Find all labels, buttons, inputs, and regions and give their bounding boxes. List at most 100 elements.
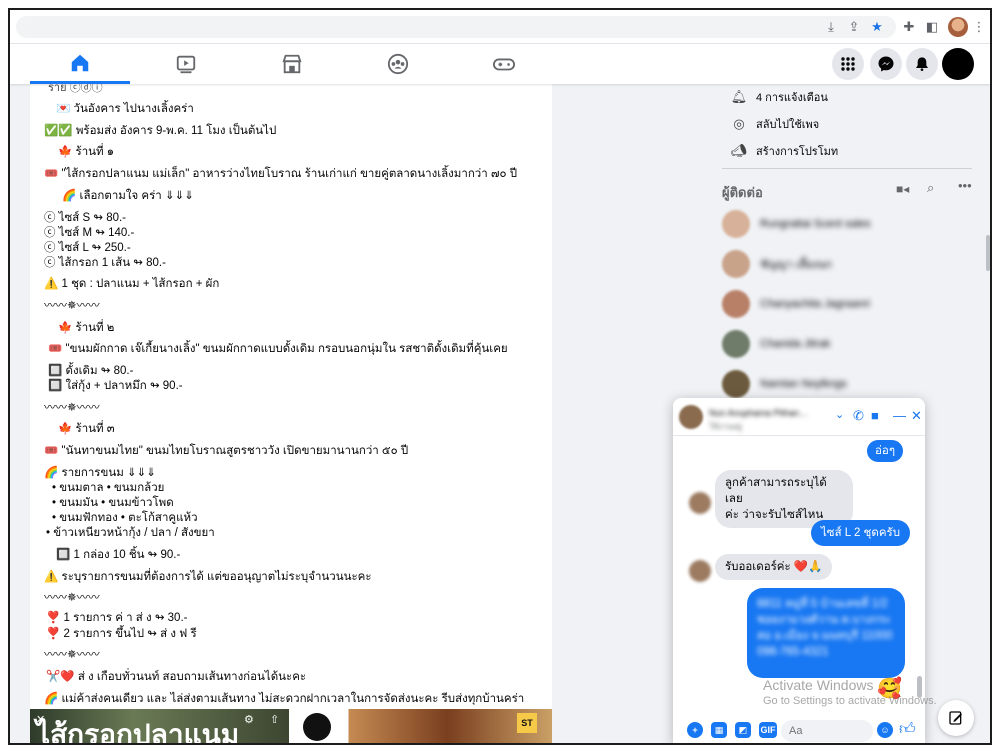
contact-name: ชัญญา เลี้ยงนก: [760, 259, 832, 271]
watermark-line: Go to Settings to activate Windows.: [763, 695, 937, 707]
post-line: ⚠️ 1 ชุด : ปลาแนม + ไส้กรอก + ผัก: [44, 278, 220, 290]
post-divider-line: 〰〰✵〰〰: [44, 300, 100, 312]
menu-grid-icon: [841, 57, 855, 71]
message-outgoing: อ่อๆ: [867, 440, 903, 462]
address-bar[interactable]: [16, 16, 896, 38]
blurred-address-text: 8811 หมู่ที่ 5 บ้านเลขที่ 1/2 ซอยงามวงศ์…: [757, 598, 893, 658]
share-icon[interactable]: ⇧: [270, 713, 279, 726]
contact-item[interactable]: Rungrattai Scent sales: [722, 210, 871, 238]
video-call-icon[interactable]: ■◂: [896, 182, 909, 196]
notifications-shortcut[interactable]: 🔔︎ 4 การแจ้งเตือน: [730, 88, 828, 106]
profile-avatar[interactable]: [948, 17, 968, 37]
contact-item[interactable]: Chanida Jitrak: [722, 330, 830, 358]
screenshot-frame: ⤓ ⇪ ★ ✚ ◧ ⋮ ราย ⓒⓓⓘ 💌 วันอังคาร ไปนางเลิ…: [8, 8, 992, 745]
post-line: 🔲 ใส่กุ้ง + ปลาหมึก ↬ 90.-: [48, 380, 183, 392]
contact-item[interactable]: Namtan Noylkngs: [722, 370, 847, 398]
notifications-button[interactable]: [906, 48, 938, 80]
post-divider-line: 〰〰✵〰〰: [44, 402, 100, 414]
post-divider-line: 〰〰✵〰〰: [44, 649, 100, 661]
chevron-down-icon[interactable]: ⌄: [835, 408, 844, 421]
menu-grid-button[interactable]: [832, 48, 864, 80]
message-incoming: รับออเดอร์ค่ะ ❤️🙏: [715, 554, 833, 580]
home-icon: [71, 54, 89, 71]
minimize-icon[interactable]: —: [893, 408, 906, 423]
sidepanel-icon[interactable]: ◧: [923, 18, 941, 36]
account-avatar[interactable]: [942, 48, 974, 80]
watermark-line: Activate Windows: [763, 677, 874, 693]
new-message-button[interactable]: [938, 700, 974, 736]
post-line: 🍁 ร้านที่ ๒: [58, 322, 115, 334]
top-navigation: [10, 44, 990, 84]
post-line: 🍁 ร้านที่ ๑: [58, 146, 115, 158]
more-options-icon[interactable]: •••: [958, 178, 972, 193]
megaphone-icon: 📣︎: [730, 143, 748, 158]
switch-page-shortcut[interactable]: ◎ สลับไปใช้เพจ: [730, 115, 819, 133]
messenger-button[interactable]: [870, 48, 902, 80]
notifications-icon: [916, 57, 928, 71]
settings-icon[interactable]: ⚙: [244, 713, 254, 726]
post-line: ⓒ ไส้กรอก 1 เส้น ↬ 80.-: [44, 257, 166, 269]
messenger-icon: [878, 56, 894, 72]
image-icon[interactable]: ▦: [711, 722, 727, 738]
groups-icon: [387, 53, 409, 75]
post-photo[interactable]: ST: [291, 709, 552, 743]
contact-name: Namtan Noylkngs: [760, 378, 847, 390]
chat-status: ใช้งานอยู่: [709, 422, 742, 431]
sender-avatar: [689, 492, 711, 514]
shortcut-label: สลับไปใช้เพจ: [756, 119, 820, 131]
post-line: 🍁 ร้านที่ ๓: [58, 423, 115, 435]
post-line: 🔲 1 กล่อง 10 ชิ้น ↬ 90.-: [56, 549, 181, 561]
kebab-menu-icon[interactable]: ⋮: [970, 18, 988, 36]
post-line: ✂️❤️ ส่ ง เกือบทั่วนนท์ สอบถามเส้นทางก่อ…: [46, 671, 307, 683]
chat-header[interactable]: Nun Anuphama Pithan… ใช้งานอยู่ ⌄ ✆ ■ — …: [673, 398, 925, 436]
post-line: ❣️ 2 รายการ ขึ้นไป ↬ ส่ ง ฟ รี: [46, 628, 197, 640]
create-promotion-shortcut[interactable]: 📣︎ สร้างการโปรโมท: [730, 142, 838, 160]
message-input[interactable]: [781, 720, 873, 742]
download-icon[interactable]: ⤓: [822, 18, 840, 36]
windows-activation-watermark: Activate Windows Go to Settings to activ…: [763, 677, 937, 707]
bell-icon: 🔔︎: [730, 89, 748, 104]
sticker-icon[interactable]: ◩: [735, 722, 751, 738]
brand-badge: ST: [517, 713, 537, 733]
post-header-partial: ราย ⓒⓓⓘ: [48, 84, 103, 94]
emoji-icon[interactable]: ☺: [877, 722, 893, 738]
shortcut-label: สร้างการโปรโมท: [756, 146, 839, 158]
share-icon[interactable]: ⇪: [845, 18, 863, 36]
contact-avatar: [722, 250, 750, 278]
contact-item[interactable]: ชัญญา เลี้ยงนก: [722, 250, 832, 278]
gaming-icon: [493, 58, 515, 71]
shortcut-label: 4 การแจ้งเตือน: [756, 92, 828, 104]
post-line: 🎟️ "นันทาขนมไทย" ขนมไทยโบราณสูตรชาววัง เ…: [44, 445, 409, 457]
tab-marketplace[interactable]: [242, 44, 342, 84]
tab-gaming[interactable]: [454, 44, 554, 84]
marketplace-icon: [282, 54, 302, 74]
extensions-icon[interactable]: ✚: [900, 18, 918, 36]
tab-home[interactable]: [30, 44, 130, 84]
post-line: • ข้าวเหนียวหน้ากุ้ง / ปลา / สังขยา: [46, 527, 215, 539]
contact-name: Chanida Jitrak: [760, 338, 831, 350]
contact-avatar: [722, 210, 750, 238]
close-icon[interactable]: ✕: [911, 408, 922, 424]
browser-toolbar: ⤓ ⇪ ★ ✚ ◧ ⋮: [10, 10, 990, 44]
post-photo[interactable]: ✕ ⚙ ⇧ ไส้กรอกปลาแนม: [30, 709, 289, 743]
contact-avatar: [722, 290, 750, 318]
video-icon[interactable]: ■: [871, 408, 879, 423]
search-icon[interactable]: ⌕: [927, 180, 934, 196]
gif-icon[interactable]: GIF: [759, 722, 777, 738]
contact-item[interactable]: Chanyachita Jagraanri: [722, 290, 870, 318]
star-icon[interactable]: ★: [868, 18, 886, 36]
page-scrollbar[interactable]: [986, 235, 990, 271]
tab-watch[interactable]: [136, 44, 236, 84]
contact-name: Rungrattai Scent sales: [760, 218, 871, 230]
post-media-strip: ✕ ⚙ ⇧ ไส้กรอกปลาแนม ST: [30, 709, 552, 743]
phone-icon[interactable]: ✆: [853, 408, 864, 424]
tab-groups[interactable]: [348, 44, 448, 84]
ribbon-icon: [303, 713, 331, 741]
thumbs-up-icon[interactable]: 👍︎: [899, 720, 916, 739]
post-divider-line: 〰〰✵〰〰: [44, 592, 100, 604]
message-outgoing: ไซส์ L 2 ชุดครับ: [811, 520, 911, 546]
plus-icon[interactable]: +: [687, 722, 703, 738]
contact-name: Chanyachita Jagraanri: [760, 298, 871, 310]
post-line: 🎟️ "ไส้กรอกปลาแนม แม่เล็ก" อาหารว่างไทยโ…: [44, 168, 518, 180]
contact-avatar: [722, 370, 750, 398]
